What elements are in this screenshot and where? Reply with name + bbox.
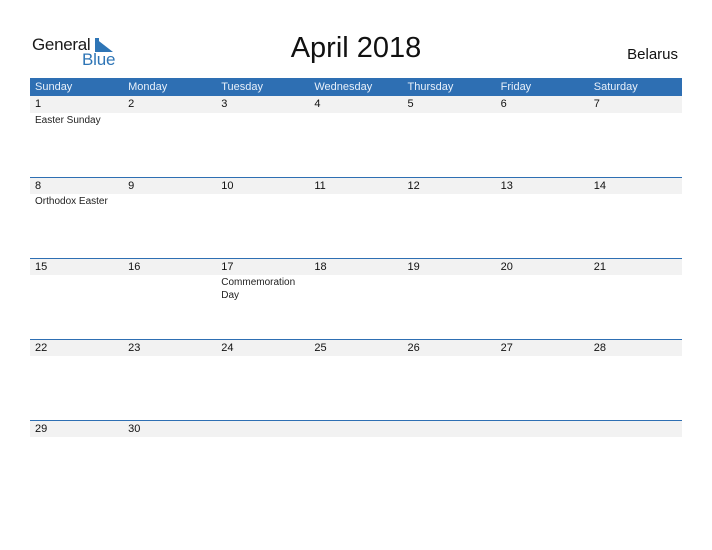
weekday-friday: Friday [500, 81, 532, 93]
day-number: 26 [407, 342, 420, 354]
day-event [496, 437, 589, 438]
day-event [123, 194, 216, 208]
day-event [589, 356, 682, 357]
day-event [589, 194, 682, 208]
date-band: 22 23 24 25 26 27 28 [30, 339, 682, 356]
events-row: Commemoration Day [30, 275, 682, 302]
day-event [309, 113, 402, 127]
day-number: 1 [35, 98, 42, 110]
day-number: 13 [500, 180, 513, 192]
day-event [496, 194, 589, 208]
day-event: Commemoration Day [221, 277, 296, 301]
week-row: 1 2 3 4 5 6 7 Easter Sunday [30, 96, 682, 177]
weekday-wednesday: Wednesday [314, 81, 373, 93]
day-number: 12 [407, 180, 420, 192]
day-number: 6 [500, 98, 507, 110]
day-event [403, 356, 496, 357]
day-number: 2 [128, 98, 135, 110]
day-event [496, 113, 589, 127]
events-row [30, 356, 682, 357]
day-number [309, 421, 402, 437]
day-number: 27 [500, 342, 513, 354]
day-event [496, 356, 589, 357]
day-number: 9 [128, 180, 135, 192]
weekday-header: Sunday Monday Tuesday Wednesday Thursday… [30, 78, 682, 96]
day-number: 15 [35, 261, 48, 273]
calendar-grid: Sunday Monday Tuesday Wednesday Thursday… [30, 78, 682, 501]
day-number: 20 [500, 261, 513, 273]
day-number: 11 [314, 180, 326, 192]
day-event [216, 113, 309, 127]
day-event [309, 275, 402, 302]
weekday-tuesday: Tuesday [221, 81, 264, 93]
page-title: April 2018 [290, 32, 422, 64]
day-event [403, 275, 496, 302]
day-number: 19 [407, 261, 420, 273]
day-number: 7 [593, 98, 600, 110]
day-event [216, 194, 309, 208]
weekday-sunday: Sunday [35, 81, 73, 93]
day-number: 5 [407, 98, 414, 110]
events-row: Easter Sunday [30, 113, 682, 127]
day-number [403, 421, 496, 437]
day-number: 18 [314, 261, 327, 273]
day-number [589, 421, 682, 437]
date-band: 29 30 [30, 420, 682, 437]
day-number: 21 [593, 261, 606, 273]
day-number: 17 [221, 261, 234, 273]
day-number: 8 [35, 180, 42, 192]
day-event [216, 356, 309, 357]
week-row: 22 23 24 25 26 27 28 [30, 339, 682, 420]
day-event [309, 194, 402, 208]
day-event: Orthodox Easter [35, 196, 108, 207]
day-event: Easter Sunday [35, 115, 101, 126]
day-number: 10 [221, 180, 234, 192]
day-event [216, 437, 309, 438]
day-number: 4 [314, 98, 321, 110]
day-event [123, 113, 216, 127]
day-event [123, 275, 216, 302]
day-number [216, 421, 309, 437]
date-band: 1 2 3 4 5 6 7 [30, 96, 682, 113]
day-number: 22 [35, 342, 48, 354]
day-event [309, 356, 402, 357]
events-row [30, 437, 682, 438]
day-number [496, 421, 589, 437]
weekday-monday: Monday [128, 81, 168, 93]
weekday-thursday: Thursday [407, 81, 454, 93]
events-row: Orthodox Easter [30, 194, 682, 208]
day-number: 30 [128, 423, 141, 435]
day-event [403, 113, 496, 127]
weekday-saturday: Saturday [593, 81, 638, 93]
day-event [589, 437, 682, 438]
day-number: 28 [593, 342, 606, 354]
day-event [496, 275, 589, 302]
day-event [123, 437, 216, 438]
day-event [30, 437, 123, 438]
day-number: 23 [128, 342, 141, 354]
day-event [403, 437, 496, 438]
day-number: 29 [35, 423, 48, 435]
day-event [30, 275, 123, 302]
day-number: 24 [221, 342, 234, 354]
date-band: 8 9 10 11 12 13 14 [30, 177, 682, 194]
day-event [589, 275, 682, 302]
day-number: 16 [128, 261, 141, 273]
day-event [589, 113, 682, 127]
day-event [123, 356, 216, 357]
weeks-container: 1 2 3 4 5 6 7 Easter Sunday 8 9 10 11 12 13 14 Orthodox… [30, 96, 682, 501]
day-number: 14 [593, 180, 606, 192]
day-event [309, 437, 402, 438]
date-band: 15 16 17 18 19 20 21 [30, 258, 682, 275]
week-row: 15 16 17 18 19 20 21 Commemoration Day [30, 258, 682, 339]
day-event [30, 356, 123, 357]
day-event [403, 194, 496, 208]
week-row: 29 30 [30, 420, 682, 501]
day-number: 25 [314, 342, 327, 354]
day-number: 3 [221, 98, 228, 110]
week-row: 8 9 10 11 12 13 14 Orthodox Easter [30, 177, 682, 258]
country-label: Belarus [627, 46, 678, 63]
